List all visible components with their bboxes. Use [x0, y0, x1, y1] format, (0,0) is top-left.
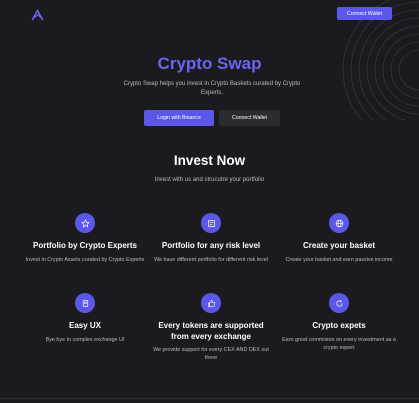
login-with-binance-button[interactable]: Login with Binance [144, 110, 214, 126]
feature-description: Bye bye to complex exchange UI [45, 336, 125, 343]
feature-title: Crypto expets [312, 321, 366, 330]
feature-title: Create your basket [302, 241, 376, 250]
feature-title: Portfolio by Crypto Experts [32, 241, 137, 250]
badge-icon [75, 293, 95, 313]
feature-title: Easy UX [68, 321, 102, 330]
feature-title: Every tokens are supported from every ex… [158, 321, 264, 341]
feature-card-create-basket: Create your basket Create your basket an… [279, 213, 399, 264]
connect-wallet-button[interactable]: Connect Wallet [337, 7, 392, 20]
feature-card-risk-level: Portfolio for any risk level We have dif… [151, 213, 271, 264]
crypto-swap-logo-icon[interactable] [31, 8, 44, 21]
feature-card-crypto-experts: Crypto expets Earn great commision on ev… [279, 293, 399, 352]
invest-now-heading: Invest Now [173, 153, 246, 168]
hero-subtitle: Crypto Swap helps you invest in Crypto B… [123, 81, 301, 96]
refresh-icon [329, 293, 349, 313]
globe-icon [329, 213, 349, 233]
feature-description: Create your basket and earn passive inco… [285, 256, 393, 263]
feature-card-portfolio-experts: Portfolio by Crypto Experts Invest in Cr… [25, 213, 145, 264]
document-icon [201, 213, 221, 233]
feature-description: Invest in Crypto Assets curated by Crypt… [25, 256, 145, 263]
feature-description: Earn great commision on every investment… [282, 336, 396, 351]
feature-card-tokens-supported: Every tokens are supported from every ex… [151, 293, 271, 362]
star-icon [75, 213, 95, 233]
feature-description: We provide support for every CEX AND DEX… [153, 347, 269, 361]
feature-card-easy-ux: Easy UX Bye bye to complex exchange UI [25, 293, 145, 344]
footer-divider [0, 398, 419, 399]
hero-title: Crypto Swap [157, 54, 262, 73]
feature-title: Portfolio for any risk level [161, 241, 261, 250]
feature-description: We have different portfolio for differen… [154, 256, 268, 263]
hero-connect-wallet-button[interactable]: Connect Wallet [219, 110, 280, 126]
thumbs-up-icon [201, 293, 221, 313]
invest-now-subtitle: Invest with us and strucutre your portfo… [154, 177, 265, 183]
